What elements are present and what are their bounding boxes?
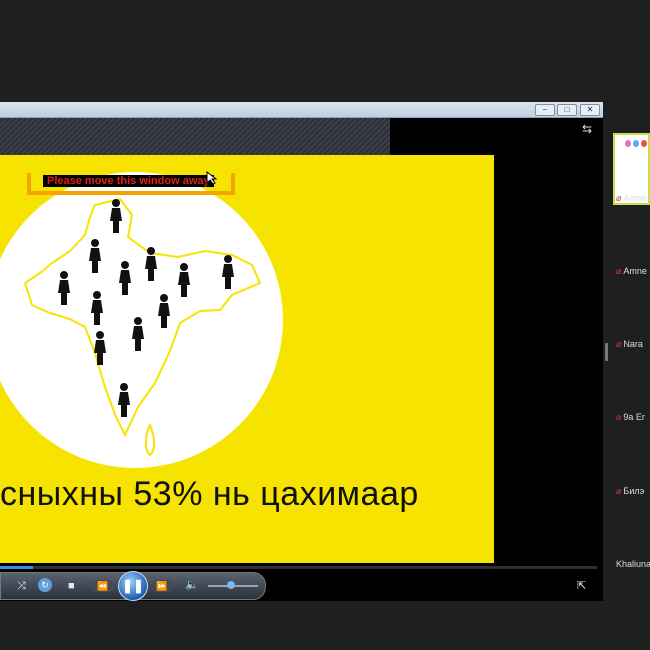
volume-icon[interactable]: 🔈 bbox=[185, 579, 199, 591]
balloon-decoration bbox=[641, 140, 647, 147]
seek-bar[interactable] bbox=[0, 566, 597, 569]
minimize-button[interactable]: – bbox=[535, 104, 555, 116]
muted-mic-icon: ⌀ bbox=[616, 266, 622, 276]
previous-icon[interactable]: ⏪ bbox=[92, 580, 114, 592]
media-player-window: – □ ✕ ⇆ Please move this window away сны… bbox=[0, 102, 603, 601]
pause-button[interactable]: ❚❚ bbox=[118, 571, 148, 601]
balloon-decoration bbox=[625, 140, 631, 147]
collapse-panel-icon[interactable]: ⇆ bbox=[582, 122, 592, 136]
balloon-decoration bbox=[633, 140, 639, 147]
muted-mic-icon: ⌀ bbox=[616, 412, 622, 422]
playback-controls: ⤨ ↻ ■ ⏪ ❚❚ ⏩ 🔈 bbox=[0, 571, 266, 601]
participant-name: Nara bbox=[623, 339, 643, 349]
toolbar-background bbox=[0, 118, 390, 155]
muted-mic-icon: ⌀ bbox=[616, 486, 622, 496]
participant-name: Билэ bbox=[623, 486, 645, 496]
volume-slider-knob[interactable] bbox=[226, 581, 235, 589]
close-button[interactable]: ✕ bbox=[580, 104, 600, 116]
panel-resize-handle[interactable] bbox=[605, 343, 608, 361]
seek-bar-fill bbox=[0, 566, 33, 569]
participant-tile-1[interactable]: ⌀ Amne bbox=[616, 266, 650, 277]
mouse-cursor-icon bbox=[206, 171, 218, 185]
participant-name: 9a Er bbox=[623, 412, 645, 422]
warning-box: Please move this window away bbox=[27, 173, 235, 195]
warning-message: Please move this window away bbox=[43, 175, 214, 187]
muted-mic-icon: ⌀ bbox=[616, 193, 622, 203]
participant-tile-4[interactable]: ⌀ Билэ bbox=[616, 486, 650, 497]
participant-tile-0[interactable]: ⌀ Amne bbox=[616, 193, 650, 204]
stop-icon[interactable]: ■ bbox=[68, 580, 75, 592]
muted-mic-icon: ⌀ bbox=[616, 339, 622, 349]
volume-slider[interactable] bbox=[208, 581, 258, 589]
participant-tile-2[interactable]: ⌀ Nara bbox=[616, 339, 650, 350]
participant-name: Khaliuna bbox=[616, 559, 650, 569]
participant-tile-5[interactable]: Khaliuna bbox=[616, 559, 650, 570]
shuffle-icon[interactable]: ⤨ bbox=[17, 580, 26, 592]
participant-tile-3[interactable]: ⌀ 9a Er bbox=[616, 412, 650, 423]
window-titlebar[interactable]: – □ ✕ bbox=[0, 102, 603, 118]
presentation-slide: Please move this window away сныхны 53% … bbox=[0, 155, 494, 563]
maximize-button[interactable]: □ bbox=[557, 104, 577, 116]
next-icon[interactable]: ⏩ bbox=[151, 580, 173, 592]
slide-caption: сныхны 53% нь цахимаар bbox=[0, 475, 419, 513]
repeat-icon[interactable]: ↻ bbox=[38, 578, 52, 592]
switch-to-library-icon[interactable]: ⇱ bbox=[577, 579, 586, 592]
participant-name: Amne bbox=[623, 193, 647, 203]
participant-name: Amne bbox=[623, 266, 647, 276]
